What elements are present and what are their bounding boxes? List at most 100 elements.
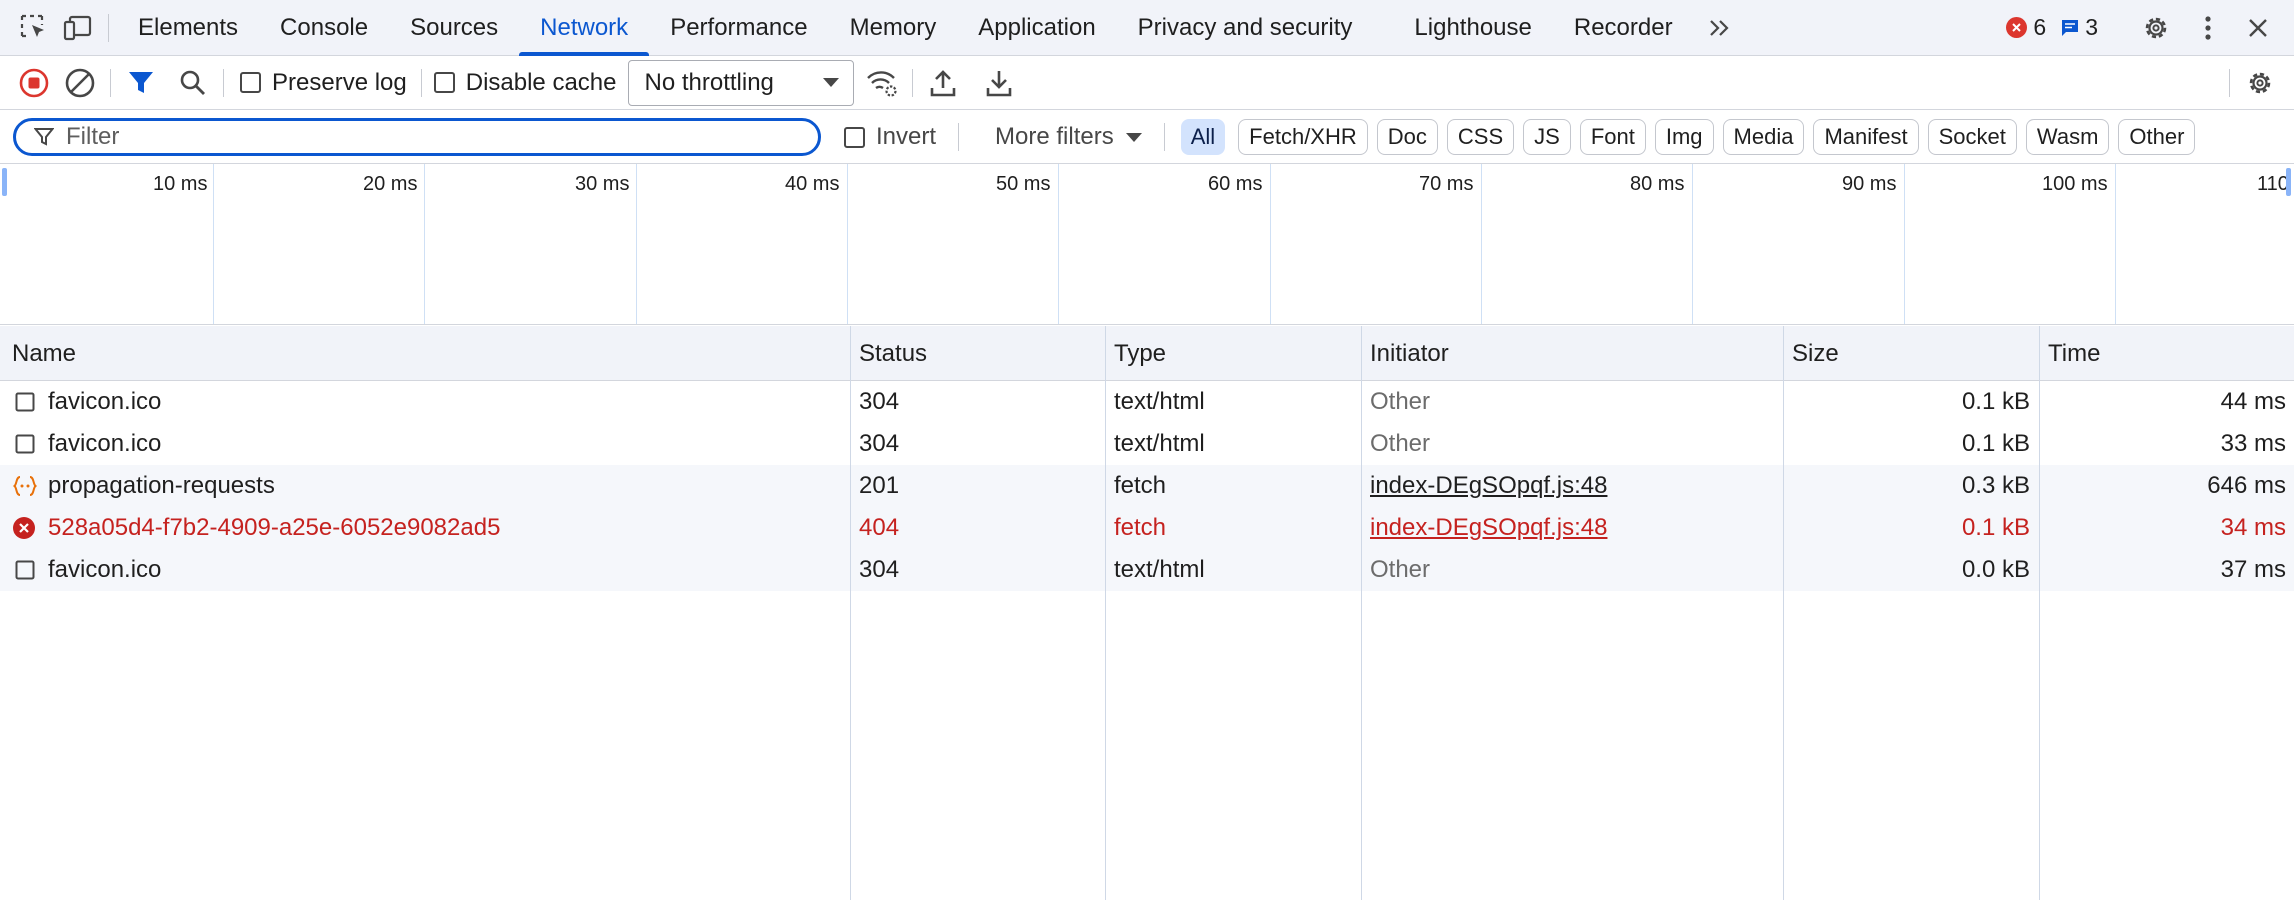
type-filter-fetch-xhr[interactable]: Fetch/XHR	[1238, 119, 1368, 155]
table-row[interactable]: favicon.ico 304 text/html Other 0.1 kB 3…	[0, 423, 2294, 465]
request-name[interactable]: favicon.ico	[48, 549, 161, 591]
filter-input-box[interactable]	[13, 118, 821, 156]
overview-gridline	[1058, 164, 1059, 324]
throttling-select[interactable]: No throttling	[628, 59, 855, 106]
error-counter[interactable]: 6	[2006, 14, 2046, 41]
type-filter-doc[interactable]: Doc	[1376, 119, 1438, 155]
overview-tick-label: 100 ms	[2042, 173, 2108, 195]
table-row[interactable]: 528a05d4-f7b2-4909-a25e-6052e9082ad5 404…	[0, 507, 2294, 549]
overview-tick-label: 110	[2257, 173, 2289, 195]
request-name[interactable]: propagation-requests	[48, 465, 275, 507]
column-header-size[interactable]: Size	[1782, 326, 1839, 381]
type-filter-font[interactable]: Font	[1579, 119, 1646, 155]
request-time: 37 ms	[2220, 556, 2286, 583]
column-divider[interactable]	[2039, 326, 2040, 900]
message-count: 3	[2085, 14, 2098, 40]
export-har-download-icon[interactable]	[977, 61, 1021, 105]
request-name[interactable]: 528a05d4-f7b2-4909-a25e-6052e9082ad5	[48, 507, 500, 549]
table-row[interactable]: propagation-requests 201 fetch index-DEg…	[0, 465, 2294, 507]
request-type: text/html	[1114, 388, 1205, 415]
network-toolbar: Preserve log Disable cache No throttling	[0, 56, 2294, 110]
overview-right-handle[interactable]	[2286, 168, 2291, 196]
message-counter[interactable]: 3	[2060, 14, 2098, 41]
filter-input[interactable]	[66, 123, 766, 151]
type-filter-css[interactable]: CSS	[1446, 119, 1515, 155]
column-header-name[interactable]: Name	[2, 326, 76, 381]
tab-recorder[interactable]: Recorder	[1553, 0, 1694, 56]
tab-console[interactable]: Console	[259, 0, 389, 56]
request-time: 646 ms	[2207, 472, 2286, 499]
column-header-time[interactable]: Time	[2038, 326, 2100, 381]
tab-performance[interactable]: Performance	[649, 0, 828, 56]
tab-lighthouse[interactable]: Lighthouse	[1393, 0, 1552, 56]
error-icon	[12, 516, 36, 545]
column-header-initiator[interactable]: Initiator	[1360, 326, 1449, 381]
preserve-log-checkbox[interactable]	[240, 72, 261, 93]
request-initiator: Other	[1370, 430, 1431, 457]
type-filter-manifest[interactable]: Manifest	[1813, 119, 1919, 155]
import-har-upload-icon[interactable]	[921, 61, 965, 105]
invert-option[interactable]: Invert	[844, 123, 936, 151]
preserve-log-option[interactable]: Preserve log	[240, 69, 407, 97]
kebab-menu-icon[interactable]	[2186, 6, 2230, 50]
type-filter-img[interactable]: Img	[1654, 119, 1714, 155]
more-filters-dropdown[interactable]: More filters	[995, 123, 1142, 151]
request-name[interactable]: favicon.ico	[48, 423, 161, 465]
type-filter-socket[interactable]: Socket	[1927, 119, 2017, 155]
filter-funnel-icon	[34, 127, 54, 147]
network-settings-gear-icon[interactable]	[2238, 61, 2282, 105]
request-status: 304	[859, 388, 900, 415]
column-divider[interactable]	[1105, 326, 1106, 900]
request-type: text/html	[1114, 430, 1205, 457]
devtools-tab-bar: Elements Console Sources Network Perform…	[0, 0, 2294, 56]
tab-application[interactable]: Application	[957, 0, 1116, 56]
toolbar-divider	[2229, 68, 2230, 97]
filter-divider	[958, 123, 960, 151]
request-size: 0.1 kB	[1961, 514, 2030, 541]
device-toolbar-icon[interactable]	[56, 6, 100, 50]
invert-label: Invert	[876, 123, 937, 150]
filter-funnel-icon[interactable]	[119, 61, 163, 105]
chevron-down-icon	[1125, 132, 1142, 142]
clear-icon[interactable]	[58, 61, 102, 105]
error-count: 6	[2033, 14, 2047, 40]
document-icon	[15, 560, 35, 585]
disable-cache-checkbox[interactable]	[433, 72, 455, 93]
initiator-link[interactable]: index-DEgSOpqf.js:48	[1370, 514, 1607, 541]
overview-tick-label: 80 ms	[1630, 173, 1685, 195]
column-divider[interactable]	[1361, 326, 1362, 900]
type-filter-all[interactable]: All	[1180, 119, 1226, 155]
network-overview-timeline[interactable]: 10 ms 20 ms 30 ms 40 ms 50 ms 60 ms 70 m…	[0, 164, 2294, 325]
record-stop-icon[interactable]	[12, 61, 56, 105]
overview-tick-label: 70 ms	[1419, 173, 1474, 195]
tab-network[interactable]: Network	[519, 0, 650, 56]
disable-cache-option[interactable]: Disable cache	[433, 69, 616, 97]
overview-gridline	[847, 164, 848, 324]
invert-checkbox[interactable]	[844, 126, 865, 148]
table-row[interactable]: favicon.ico 304 text/html Other 0.0 kB 3…	[0, 549, 2294, 591]
request-initiator: Other	[1370, 388, 1431, 415]
request-name[interactable]: favicon.ico	[48, 381, 161, 423]
column-header-status[interactable]: Status	[849, 326, 927, 381]
type-filter-other[interactable]: Other	[2118, 119, 2196, 155]
network-conditions-icon[interactable]	[860, 61, 904, 105]
search-icon[interactable]	[171, 61, 215, 105]
table-row[interactable]: favicon.ico 304 text/html Other 0.1 kB 4…	[0, 381, 2294, 423]
column-divider[interactable]	[1783, 326, 1784, 900]
type-filter-media[interactable]: Media	[1722, 119, 1805, 155]
overview-left-handle[interactable]	[2, 168, 7, 196]
type-filter-js[interactable]: JS	[1523, 119, 1571, 155]
settings-gear-icon[interactable]	[2134, 6, 2178, 50]
inspect-element-icon[interactable]	[12, 6, 56, 50]
tab-elements[interactable]: Elements	[117, 0, 259, 56]
tab-privacy-and-security[interactable]: Privacy and security	[1117, 0, 1374, 56]
column-divider[interactable]	[850, 326, 851, 900]
table-header: Name Status Type Initiator Size Time	[0, 326, 2294, 381]
type-filter-wasm[interactable]: Wasm	[2025, 119, 2110, 155]
more-tabs-chevron-icon[interactable]	[1698, 6, 1742, 50]
tab-memory[interactable]: Memory	[829, 0, 958, 56]
initiator-link[interactable]: index-DEgSOpqf.js:48	[1370, 472, 1607, 499]
close-icon[interactable]	[2236, 6, 2280, 50]
column-header-type[interactable]: Type	[1104, 326, 1166, 381]
tab-sources[interactable]: Sources	[389, 0, 519, 56]
